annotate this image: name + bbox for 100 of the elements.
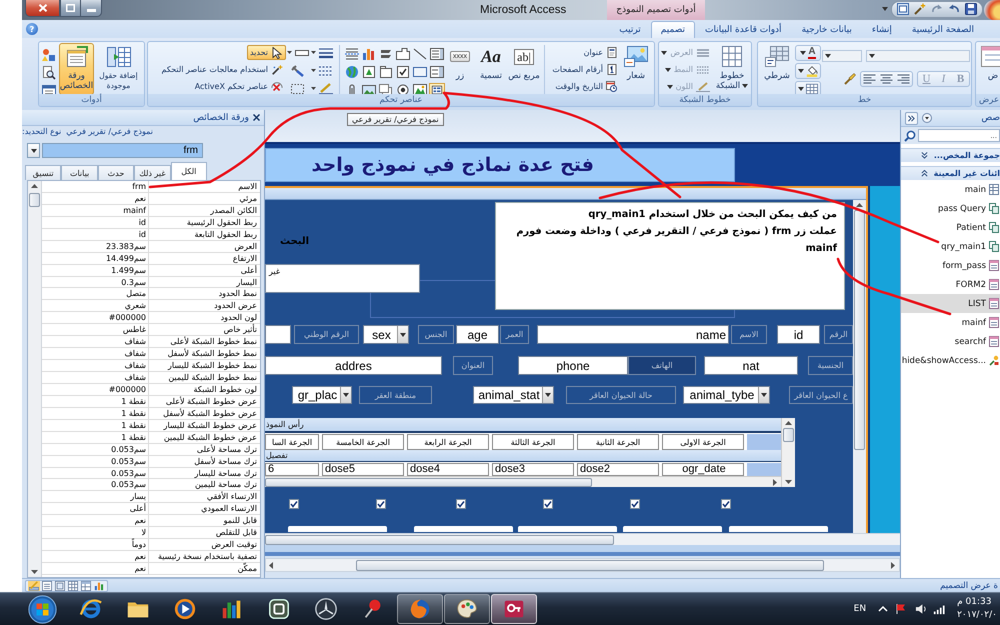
scrollbar[interactable] <box>781 418 795 487</box>
property-value[interactable]: متصل <box>42 288 149 300</box>
line-icon[interactable] <box>412 47 428 61</box>
dropdown-circle-icon[interactable] <box>922 113 932 123</box>
checkbox[interactable] <box>721 499 731 509</box>
nav-item[interactable]: main <box>901 180 1000 199</box>
property-value[interactable]: mainf <box>42 204 149 216</box>
font-color-button[interactable]: A <box>795 45 821 61</box>
property-tab[interactable]: الكل <box>170 162 207 180</box>
text-field[interactable]: dose2 <box>577 463 659 476</box>
property-value[interactable]: شفاف <box>42 336 149 348</box>
property-value[interactable]: 1 نقطة <box>42 408 149 419</box>
property-value[interactable]: 0.3سم <box>42 276 149 288</box>
window-icon[interactable] <box>897 3 909 15</box>
property-tab[interactable]: غير ذلك <box>134 165 171 180</box>
property-value[interactable]: 23.383سم <box>42 240 149 252</box>
combo-box-icon[interactable] <box>428 65 444 79</box>
text-field[interactable] <box>288 526 387 532</box>
ribbon-tab[interactable]: تصميم <box>650 21 696 38</box>
office-button[interactable] <box>984 0 1000 20</box>
text-field[interactable]: 6 <box>265 463 319 476</box>
text-field[interactable]: dose4 <box>407 463 489 476</box>
combo-field[interactable]: animal_tybe <box>683 386 770 404</box>
group-header[interactable]: جموعة المخص... <box>901 148 1000 162</box>
close-button[interactable] <box>25 0 60 17</box>
dropdown-button[interactable] <box>340 387 351 403</box>
nav-item[interactable]: pass Query <box>901 199 1000 218</box>
group-header[interactable]: ائنات غير المعينة <box>901 166 1000 180</box>
sparkle-wand-icon[interactable] <box>914 3 926 15</box>
line-thickness-icon[interactable] <box>311 47 333 59</box>
save-icon[interactable] <box>965 3 977 15</box>
caret-icon[interactable] <box>882 7 888 11</box>
ribbon-tab[interactable]: ترتيب <box>609 21 651 38</box>
list-box-icon[interactable] <box>428 47 444 61</box>
property-value[interactable]: شفاف <box>42 348 149 360</box>
checkbox[interactable] <box>543 499 553 509</box>
rectangle-icon[interactable] <box>412 65 428 79</box>
start-orb-icon[interactable] <box>28 594 57 624</box>
logo-button[interactable]: شعار <box>620 43 652 95</box>
header-item-button[interactable]: أرقام الصفحات <box>549 62 620 77</box>
ruler-pencil-icon[interactable] <box>28 580 40 590</box>
pen-icon[interactable] <box>311 83 333 95</box>
conditional-formatting-button[interactable]: شرطي <box>760 43 794 95</box>
nav-item[interactable]: qry_main1 <box>901 237 1000 256</box>
property-value[interactable]: 0.053سم <box>42 468 149 478</box>
align-right-icon[interactable] <box>895 74 912 84</box>
nav-item[interactable]: hide&showAccess... <box>901 351 1000 370</box>
shapes-icon[interactable] <box>42 48 56 62</box>
dropdown-button[interactable] <box>758 387 769 403</box>
property-value[interactable]: نعم <box>42 551 149 562</box>
scroll-thumb[interactable] <box>783 428 794 442</box>
form-lines-icon[interactable] <box>41 580 53 590</box>
media-player-icon[interactable] <box>172 597 196 621</box>
palette-icon[interactable] <box>444 594 490 624</box>
collapse-button[interactable] <box>905 112 918 124</box>
datasheet-icon[interactable] <box>67 580 79 590</box>
nav-item[interactable]: FORM2 <box>901 275 1000 294</box>
close-x-icon[interactable] <box>253 114 260 121</box>
bar-chart-icon[interactable] <box>360 47 376 61</box>
scrollbar[interactable] <box>265 476 781 487</box>
text-field[interactable]: name <box>537 325 729 344</box>
line-style-icon[interactable] <box>311 65 333 77</box>
combo-field[interactable]: sex <box>363 325 409 344</box>
property-tab[interactable]: بيانات <box>61 165 98 180</box>
property-value[interactable]: 1.499سم <box>42 264 149 276</box>
globe-icon[interactable] <box>344 65 360 79</box>
rounded-square-icon[interactable] <box>266 597 290 621</box>
property-value[interactable]: 1 نقطة <box>42 420 149 431</box>
text-field[interactable]: phone <box>518 356 628 375</box>
dropdown-button[interactable] <box>397 326 408 343</box>
checkbox[interactable] <box>376 499 386 509</box>
view-button[interactable]: ض <box>978 43 1000 95</box>
scroll-thumb[interactable] <box>265 478 592 486</box>
text-field[interactable]: dose5 <box>322 463 404 476</box>
pivot-grid-icon[interactable] <box>80 580 92 590</box>
property-value[interactable]: دوماً <box>42 539 149 550</box>
fox-globe-icon[interactable] <box>396 594 442 624</box>
text-field[interactable]: nat <box>704 356 798 375</box>
restore-button[interactable] <box>60 0 81 17</box>
minimize-button[interactable] <box>81 0 102 17</box>
form-frame-icon[interactable] <box>54 580 66 590</box>
text-field[interactable]: ogr_date <box>662 463 744 476</box>
combo-field[interactable]: gr_plac <box>292 386 352 404</box>
scroll-thumb[interactable] <box>29 193 40 207</box>
redo-icon[interactable] <box>931 3 943 15</box>
ribbon-tab[interactable]: بيانات خارجية <box>792 21 862 38</box>
scrollbar[interactable] <box>265 533 900 545</box>
checkbox[interactable] <box>456 499 466 509</box>
property-value[interactable]: 14.499سم <box>42 252 149 264</box>
nav-item[interactable]: searchf <box>901 332 1000 351</box>
header-item-button[interactable]: عنوان <box>580 45 620 60</box>
page-icon[interactable] <box>378 65 394 79</box>
key-icon[interactable] <box>490 594 536 624</box>
control-wizards-button[interactable]: استخدام معالجات عناصر التحكم <box>158 62 286 77</box>
text-field[interactable] <box>414 526 513 532</box>
language-indicator[interactable]: EN <box>854 604 866 614</box>
checkbox[interactable] <box>289 499 299 509</box>
search-field[interactable]: ... <box>918 129 1000 142</box>
font-size-field[interactable] <box>822 50 862 62</box>
scrollbar[interactable] <box>853 200 866 533</box>
